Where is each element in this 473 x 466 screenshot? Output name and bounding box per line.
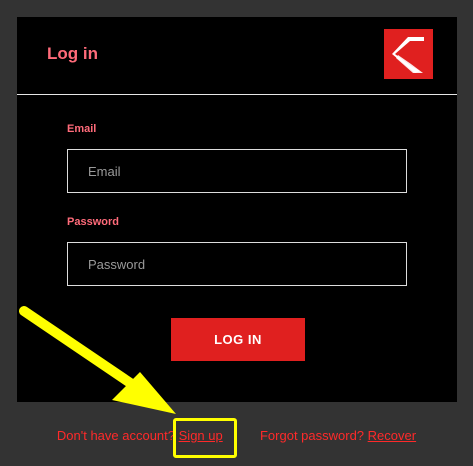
annotation-arrow-icon xyxy=(19,306,176,414)
